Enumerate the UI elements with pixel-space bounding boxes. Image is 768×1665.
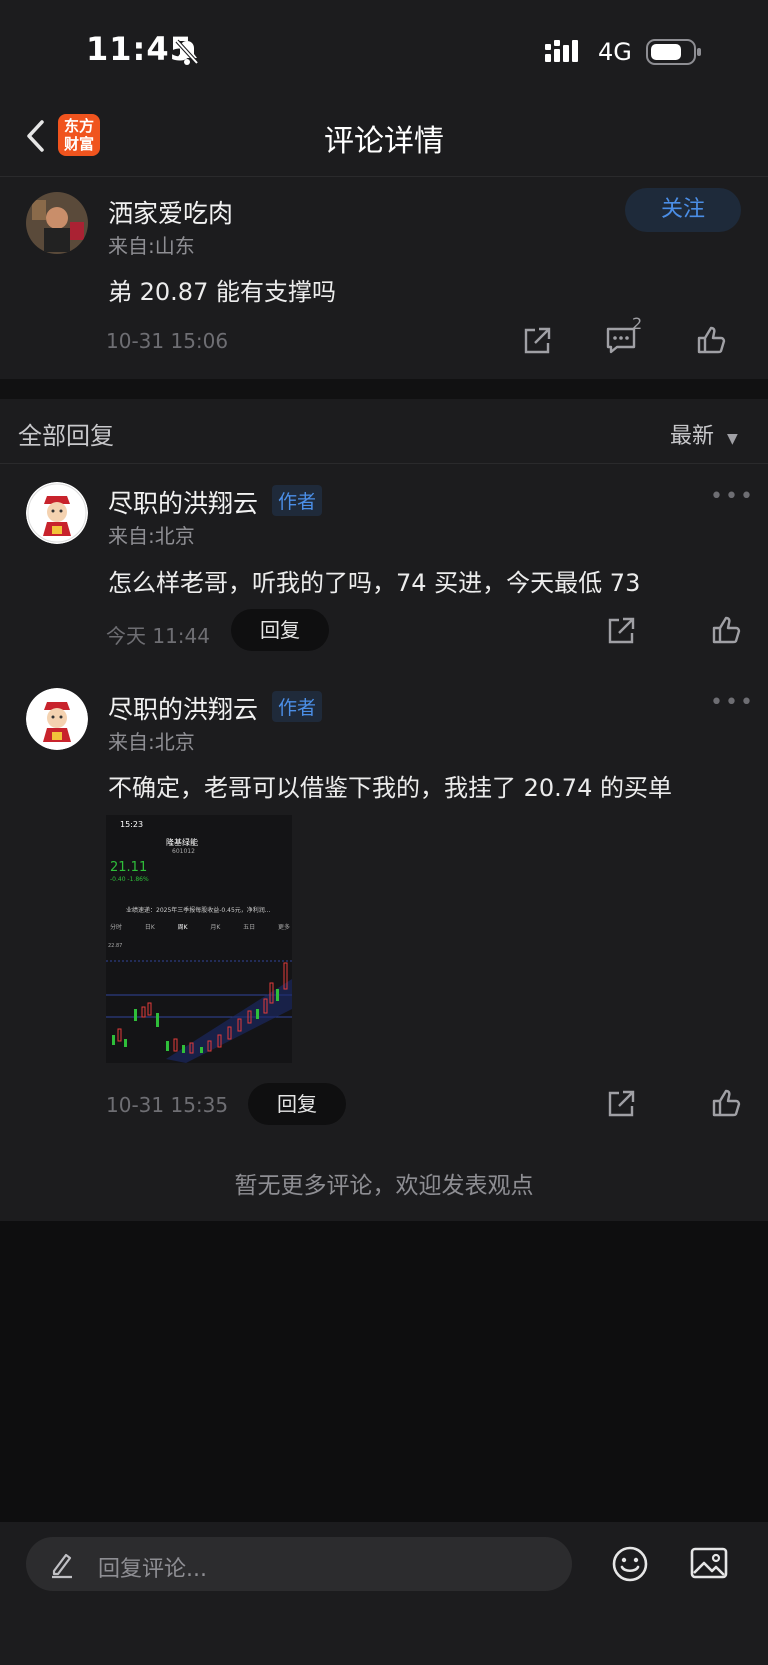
share-icon[interactable] <box>606 1089 636 1119</box>
thumb-tab: 月K <box>210 924 221 931</box>
avatar[interactable] <box>26 688 88 750</box>
like-icon[interactable] <box>711 1088 741 1118</box>
post-author[interactable]: 洒家爱吃肉 <box>108 194 233 230</box>
thumb-tab: 更多 <box>277 924 290 931</box>
thumb-stock-name: 隆基绿能 <box>166 838 198 847</box>
post-time: 10-31 15:06 <box>106 329 229 353</box>
reply-location: 来自:北京 <box>108 524 195 548</box>
thumb-change: -0.40 -1.86% <box>110 876 149 883</box>
thumb-tab: 周K <box>177 924 188 931</box>
network-label: 4G <box>598 38 632 66</box>
sort-label: 最新 <box>670 424 715 449</box>
thumb-tab: 分时 <box>110 924 123 931</box>
reply-location: 来自:北京 <box>108 730 195 754</box>
thumb-tab: 五日 <box>243 924 256 931</box>
sort-dropdown[interactable]: 最新 ▼ <box>670 418 738 450</box>
avatar[interactable] <box>26 192 88 254</box>
reply-author[interactable]: 尽职的洪翔云 <box>108 690 258 726</box>
thumb-tabs: 分时 日K 周K 月K 五日 更多 <box>110 922 290 931</box>
thumb-kline-chart <box>106 949 292 1063</box>
reply-time: 今天 11:44 <box>106 624 210 648</box>
reply-time: 10-31 15:35 <box>106 1093 229 1117</box>
share-icon[interactable] <box>522 326 552 356</box>
comment-count: 2 <box>632 314 643 333</box>
emoji-icon[interactable] <box>611 1545 649 1583</box>
divider <box>0 463 768 464</box>
no-more-comments: 暂无更多评论，欢迎发表观点 <box>234 1173 534 1199</box>
bell-muted-icon <box>174 38 200 66</box>
post-content: 弟 20.87 能有支撑吗 <box>108 278 336 306</box>
thumb-time: 15:23 <box>120 820 144 829</box>
more-icon[interactable]: ••• <box>710 484 755 509</box>
replies-header-title: 全部回复 <box>18 422 114 450</box>
pencil-icon <box>50 1551 74 1579</box>
author-badge: 作者 <box>272 485 323 516</box>
reply-author[interactable]: 尽职的洪翔云 <box>108 484 258 520</box>
signal-icon <box>545 40 585 64</box>
reply-button[interactable]: 回复 <box>231 609 329 651</box>
author-badge: 作者 <box>272 691 323 722</box>
battery-icon <box>646 38 702 66</box>
caret-down-icon: ▼ <box>727 431 738 447</box>
follow-button[interactable]: 关注 <box>625 188 741 232</box>
page-title: 评论详情 <box>324 124 444 159</box>
reply-button[interactable]: 回复 <box>248 1083 346 1125</box>
more-icon[interactable]: ••• <box>710 690 755 715</box>
like-icon[interactable] <box>711 615 741 645</box>
like-icon[interactable] <box>696 325 726 355</box>
thumb-tab: 日K <box>144 924 155 931</box>
attached-image[interactable]: 15:23 隆基绿能 601012 21.11 -0.40 -1.86% 业绩速… <box>106 815 292 1063</box>
thumb-price: 21.11 <box>110 860 148 875</box>
section-separator <box>0 379 768 399</box>
thumb-notice: 业绩速递：2025年三季报每股收益-0.45元，净利润... <box>126 907 271 914</box>
reply-input-placeholder: 回复评论... <box>98 1557 207 1582</box>
reply-content: 怎么样老哥，听我的了吗，74 买进，今天最低 73 <box>108 569 641 597</box>
share-icon[interactable] <box>606 616 636 646</box>
avatar[interactable] <box>26 482 88 544</box>
thumb-stock-code: 601012 <box>172 848 195 855</box>
image-icon[interactable] <box>690 1546 728 1580</box>
reply-content: 不确定，老哥可以借鉴下我的，我挂了 20.74 的买单 <box>108 774 672 802</box>
post-location: 来自:山东 <box>108 234 195 258</box>
